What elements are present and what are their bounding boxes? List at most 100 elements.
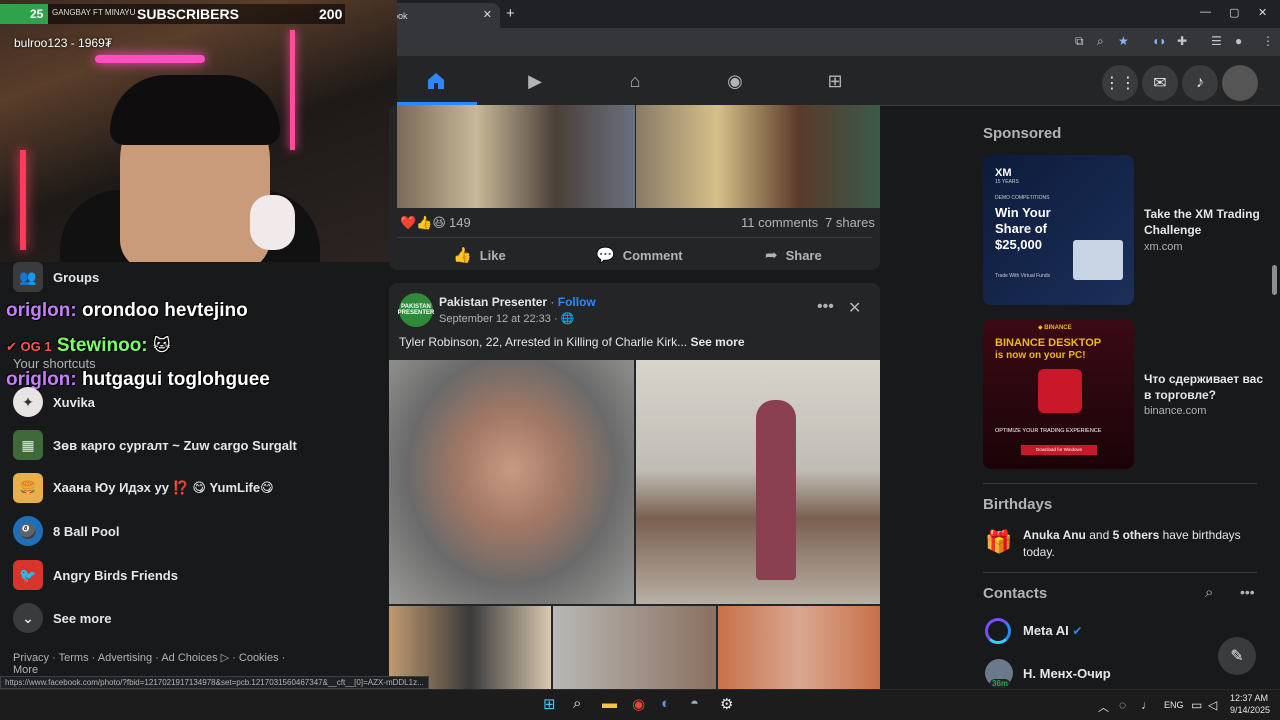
sidebar-item-8-ball-pool[interactable]: 🎱 8 Ball Pool [13, 516, 119, 546]
sidebar-item-label: Зөв карго сургалт ~ Zuw cargo Surgalt [53, 437, 297, 453]
profile-icon[interactable]: ● [1235, 34, 1242, 48]
subscribers-label: SUBSCRIBERS [137, 6, 239, 22]
page-name-link[interactable]: Pakistan Presenter [439, 295, 547, 309]
sidebar-item-angry-birds[interactable]: 🐦 Angry Birds Friends [13, 560, 178, 590]
extension-icon[interactable]: ◖◗ [1152, 34, 1167, 48]
microphone-icon[interactable]: ♩ [1141, 698, 1153, 712]
person-figure [756, 400, 796, 580]
see-more-button[interactable]: ⌄ See more [13, 603, 112, 633]
chat-message: ✔ OG 1 Stewinoo: 🐱 [6, 335, 171, 357]
messenger-icon[interactable]: ✉ [1142, 65, 1178, 101]
app-icon[interactable]: ⚙ [720, 695, 733, 713]
goal-small-text: GANGBAY FT MINAYU [52, 8, 136, 17]
new-message-icon[interactable]: ✎ [1218, 637, 1256, 675]
gaming-icon[interactable]: ⊞ [820, 66, 850, 96]
close-icon[interactable]: ✕ [848, 298, 861, 318]
ad-img-headline: Win Your Share of $25,000 [995, 205, 1051, 252]
network-icon[interactable]: ▭ [1191, 698, 1202, 712]
streamer-hair [110, 75, 280, 145]
zoom-icon[interactable]: ⌕ [1097, 34, 1104, 49]
subscribers-count: 200 [319, 6, 343, 22]
reaction-count[interactable]: 149 [449, 215, 471, 230]
birthday-and: and [1085, 528, 1113, 542]
birthday-text[interactable]: Anuka Anu and 5 others have birthdays to… [1023, 527, 1253, 561]
shares-count[interactable]: 7 shares [825, 215, 875, 230]
notifications-bell-icon[interactable]: ♪ [1182, 65, 1218, 101]
tray-app-icon[interactable]: ◌ [1119, 698, 1126, 712]
taskbar-date[interactable]: 9/14/2025 [1230, 705, 1270, 715]
steam-icon[interactable]: ◓ [690, 695, 699, 712]
post-photo-mugshot[interactable] [389, 360, 634, 604]
sidebar-item-zuw-cargo[interactable]: ▦ Зөв карго сургалт ~ Zuw cargo Surgalt [13, 430, 297, 460]
discord-icon[interactable]: ◐ [661, 695, 670, 712]
share-button[interactable]: ➦ Share [765, 246, 822, 264]
new-tab-button[interactable]: + [506, 5, 515, 22]
ad-logo-text: ◆ BINANCE [1038, 325, 1072, 331]
more-options-icon[interactable]: ••• [817, 298, 834, 316]
sidebar-item-yumlife[interactable]: 🍔 Хаана Юу Идэх уу ⁉️ 😋 YumLife😋 [13, 473, 274, 503]
ad-title[interactable]: Что сдерживает вас в торговле? [1144, 371, 1264, 403]
groups-sidebar-icon: 👥 [13, 262, 43, 292]
post-date[interactable]: September 12 at 22:33 · 🌐 [439, 312, 574, 325]
taskbar-time[interactable]: 12:37 AM [1230, 693, 1268, 703]
comments-count[interactable]: 11 comments [741, 215, 818, 230]
marketplace-icon[interactable]: ⌂ [620, 66, 650, 96]
bookmark-star-icon[interactable]: ★ [1118, 34, 1129, 48]
ad-image-binance[interactable]: ◆ BINANCE BINANCE DESKTOP is now on your… [983, 319, 1134, 469]
groups-icon[interactable]: ◉ [720, 66, 750, 96]
volume-icon[interactable]: ◁ [1208, 698, 1217, 712]
comment-button[interactable]: 💬 Comment [596, 246, 683, 264]
minimize-button[interactable]: — [1200, 6, 1211, 18]
cargo-group-icon: ▦ [13, 430, 43, 460]
follow-button[interactable]: Follow [558, 295, 596, 309]
sidebar-item-xuvika[interactable]: ✦ Xuvika [13, 387, 95, 417]
reaction-icons[interactable]: ❤️👍😆 [400, 215, 446, 231]
sidebar-item-groups[interactable]: 👥 Groups [13, 262, 99, 292]
ad-monitor-graphic [1073, 240, 1123, 280]
ad-title[interactable]: Take the XM Trading Challenge [1144, 206, 1264, 238]
ad-img-text: Trade With Virtual Funds [995, 273, 1051, 279]
chat-text: hutgagui toglohguee [81, 369, 270, 390]
tab-search-icon[interactable]: ☰ [1211, 34, 1222, 48]
cast-icon[interactable]: ⧉ [1075, 34, 1084, 49]
post-photo-room[interactable] [636, 360, 880, 604]
taskbar-search-icon[interactable]: ⌕ [573, 695, 581, 712]
divider [983, 483, 1257, 484]
scrollbar-thumb[interactable] [1272, 265, 1277, 295]
sidebar-item-label: Angry Birds Friends [53, 567, 178, 583]
browser-menu-icon[interactable]: ⋮ [1262, 34, 1274, 48]
windows-start-icon[interactable]: ⊞ [543, 695, 556, 713]
tray-chevron-icon[interactable]: ︿ [1098, 699, 1109, 715]
post-image[interactable] [636, 105, 880, 208]
search-contacts-icon[interactable]: ⌕ [1205, 584, 1213, 601]
post-photo-height-chart[interactable] [553, 606, 716, 689]
gift-icon: 🎁 [985, 529, 1013, 554]
close-window-button[interactable]: ✕ [1258, 6, 1267, 19]
page-avatar[interactable]: PAKISTAN PRESENTER [398, 293, 434, 327]
extensions-puzzle-icon[interactable]: ✚ [1177, 34, 1187, 48]
ad-image-xm[interactable]: XM 15 YEARS DEMO COMPETITIONS Win Your S… [983, 155, 1134, 305]
language-indicator[interactable]: ENG [1164, 700, 1184, 710]
account-avatar[interactable] [1222, 65, 1258, 101]
contact-name[interactable]: Н. Менх-Очир [1023, 666, 1111, 681]
tab-close-icon[interactable]: ✕ [483, 8, 492, 21]
contacts-options-icon[interactable]: ••• [1240, 584, 1255, 600]
status-url: https://www.facebook.com/photo/?fbid=121… [0, 676, 429, 689]
see-more-link[interactable]: See more [690, 335, 744, 349]
post-image[interactable] [397, 105, 635, 208]
chrome-icon[interactable]: ◉ [632, 695, 645, 713]
maximize-button[interactable]: ▢ [1229, 6, 1239, 19]
footer-links[interactable]: Privacy · Terms · Advertising · Ad Choic… [13, 651, 293, 676]
menu-grid-icon[interactable]: ⋮⋮ [1102, 65, 1138, 101]
like-button[interactable]: 👍 Like [453, 246, 506, 264]
post-text-body: Tyler Robinson, 22, Arrested in Killing … [399, 335, 688, 349]
contact-item[interactable]: Meta AI ✔ [1023, 623, 1082, 638]
file-explorer-icon[interactable]: ▬ [602, 695, 617, 712]
video-icon[interactable]: ▶ [520, 66, 550, 96]
chat-username: Stewinoo: [56, 335, 148, 356]
like-label: Like [479, 247, 506, 263]
home-icon[interactable] [421, 66, 451, 96]
thumbs-up-icon: 👍 [453, 247, 472, 264]
comment-icon: 💬 [596, 247, 615, 264]
post-photo-portrait[interactable] [718, 606, 880, 689]
